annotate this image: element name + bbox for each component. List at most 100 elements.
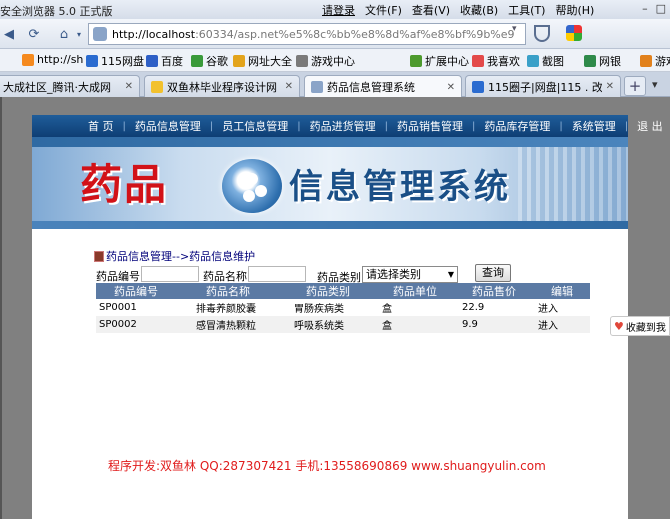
tab-bar: 大成社区_腾讯·大成网✕ 双鱼林毕业程序设计网 [...✕ 药品信息管理系统✕ … [0, 72, 670, 98]
game-icon [640, 55, 652, 67]
nav-drug-info[interactable]: 药品信息管理 [135, 118, 201, 134]
cell-price: 9.9 [454, 316, 534, 333]
edit-link[interactable]: 进入 [534, 299, 590, 316]
nav-separator: | [122, 120, 126, 132]
cell-code: SP0002 [96, 316, 176, 333]
nav-inventory[interactable]: 药品库存管理 [484, 118, 550, 134]
nav-system[interactable]: 系统管理 [572, 118, 616, 134]
footer-credits: 程序开发:双鱼林 QQ:287307421 手机:13558690869 www… [108, 459, 546, 473]
nav-separator: | [624, 120, 629, 132]
maximize-icon[interactable]: □ [656, 2, 666, 15]
window-controls: – □ [642, 2, 666, 15]
nav-sales[interactable]: 药品销售管理 [397, 118, 463, 134]
breadcrumb-text: 药品信息管理-->药品信息维护 [106, 250, 256, 263]
fav-google[interactable]: 谷歌 [191, 53, 228, 69]
nav-staff-info[interactable]: 员工信息管理 [222, 118, 288, 134]
nav-purchase[interactable]: 药品进货管理 [310, 118, 376, 134]
nav-separator: | [209, 120, 214, 132]
minimize-icon[interactable]: – [642, 2, 648, 15]
cell-unit: 盒 [376, 299, 454, 316]
category-select[interactable]: 请选择类别 ▼ [362, 266, 458, 283]
col-category: 药品类别 [280, 283, 376, 299]
window-titlebar: 安全浏览器 5.0 正式版 请登录 文件(F) 查看(V) 收藏(B) 工具(T… [0, 0, 670, 19]
col-name: 药品名称 [176, 283, 280, 299]
site-banner: 药品 信息管理系统 [32, 137, 628, 229]
address-host: http://localhost [112, 27, 196, 41]
tab-dacheng[interactable]: 大成社区_腾讯·大成网 ✕ [0, 75, 140, 97]
heart-icon: ♥ [614, 319, 624, 333]
bookmark-icon [86, 55, 98, 67]
name-label: 药品名称: [203, 270, 251, 283]
breadcrumb-icon [94, 250, 104, 262]
fav-screenshot[interactable]: 截图 [527, 53, 564, 69]
fav-baidu[interactable]: 百度 [146, 53, 183, 69]
menu-login[interactable]: 请登录 [322, 2, 355, 18]
page-icon [472, 80, 484, 93]
fav-115[interactable]: 115网盘 [86, 53, 144, 69]
address-bar[interactable]: http://localhost :60334/asp.net%e5%8c%bb… [88, 23, 526, 45]
cell-name: 感冒清热颗粒 [176, 316, 280, 333]
close-icon[interactable]: ✕ [285, 81, 293, 92]
home-icon[interactable]: ⌂ [52, 23, 76, 45]
new-tab-button[interactable]: + [624, 76, 646, 96]
collect-float-button[interactable]: ♥ 收藏到我 [610, 316, 670, 336]
code-label: 药品编号: [96, 270, 144, 283]
menu-tools[interactable]: 工具(T) [508, 2, 545, 18]
col-price: 药品售价 [454, 283, 534, 299]
menu-file[interactable]: 文件(F) [365, 2, 402, 18]
search-engine-icon[interactable] [566, 25, 582, 41]
tab-list-icon[interactable]: ▾ [652, 78, 658, 91]
nav-separator: | [472, 120, 476, 132]
bookmark-icon [22, 53, 34, 66]
banner-title-red: 药品 [80, 160, 169, 209]
code-input[interactable] [141, 266, 199, 282]
nav-home[interactable]: 首 页 [88, 118, 114, 134]
fav-like[interactable]: 我喜欢 [472, 53, 520, 69]
address-path: :60334/asp.net%e5%8c%bb%e8%8d%af%e8%bf%9… [195, 27, 515, 41]
favorites-bar: http://sh 115网盘 百度 谷歌 网址大全 游戏中心 扩展中心 我喜欢… [0, 49, 670, 72]
building-graphic [518, 147, 628, 221]
fav-game2[interactable]: 游戏 [640, 53, 670, 69]
content-edge [0, 97, 2, 519]
scissors-icon [527, 55, 539, 67]
logo-icon [222, 159, 282, 213]
table-header-row: 药品编号 药品名称 药品类别 药品单位 药品售价 编辑 [96, 283, 590, 299]
query-button[interactable]: 查询 [475, 264, 511, 282]
tab-shuangyulin[interactable]: 双鱼林毕业程序设计网 [...✕ [144, 75, 300, 97]
browser-toolbar: ◀ ⟳ ⌂ ▾ http://localhost :60334/asp.net%… [0, 19, 670, 49]
back-icon[interactable]: ◀ [0, 23, 18, 45]
fav-bank[interactable]: 网银 [584, 53, 621, 69]
cell-price: 22.9 [454, 299, 534, 316]
fav-games[interactable]: 游戏中心 [296, 53, 355, 69]
gamepad-icon [296, 55, 308, 67]
col-unit: 药品单位 [376, 283, 454, 299]
close-icon[interactable]: ✕ [125, 81, 133, 92]
cell-unit: 盒 [376, 316, 454, 333]
close-icon[interactable]: ✕ [606, 81, 614, 92]
col-edit: 编辑 [534, 283, 590, 299]
address-dropdown-icon[interactable]: ▾ [512, 24, 517, 34]
site-icon [93, 27, 107, 41]
edit-link[interactable]: 进入 [534, 316, 590, 333]
bookmark-icon [233, 55, 245, 67]
menu-view[interactable]: 查看(V) [412, 2, 450, 18]
fav-hao[interactable]: 网址大全 [233, 53, 292, 69]
banner-title-blue: 信息管理系统 [289, 167, 511, 207]
refresh-icon[interactable]: ⟳ [22, 23, 46, 45]
close-icon[interactable]: ✕ [447, 82, 455, 93]
name-input[interactable] [248, 266, 306, 282]
bookmark-icon [146, 55, 158, 67]
fav-http-sh[interactable]: http://sh [22, 53, 83, 66]
tab-115[interactable]: 115圈子|网盘|115 . 改... ✕ [465, 75, 621, 97]
menu-favorites[interactable]: 收藏(B) [460, 2, 498, 18]
fav-extensions[interactable]: 扩展中心 [410, 53, 469, 69]
nav-separator: | [384, 120, 388, 132]
home-dropdown-icon[interactable]: ▾ [74, 23, 84, 45]
cell-category: 胃肠疾病类 [280, 299, 376, 316]
heart-icon [472, 55, 484, 67]
nav-logout[interactable]: 退 出 [637, 118, 663, 134]
bookmark-icon [191, 55, 203, 67]
menu-help[interactable]: 帮助(H) [555, 2, 594, 18]
tab-drug-system[interactable]: 药品信息管理系统 ✕ [304, 75, 462, 98]
shield-icon[interactable] [534, 25, 550, 42]
